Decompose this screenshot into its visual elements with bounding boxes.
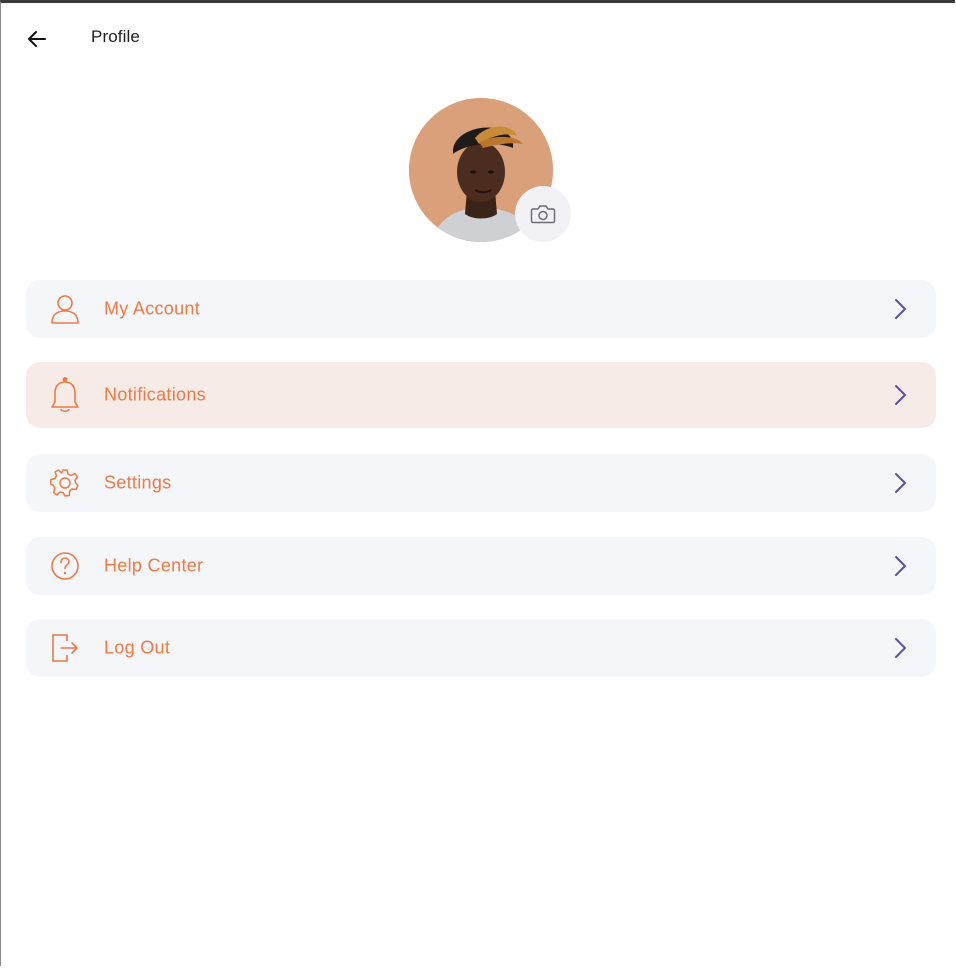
- app-bar: Profile: [1, 3, 955, 73]
- menu-item-label: Settings: [104, 472, 172, 493]
- question-circle-icon: [48, 549, 82, 583]
- menu-item-notifications[interactable]: Notifications: [26, 362, 936, 428]
- chevron-right-icon: [890, 471, 910, 495]
- arrow-left-icon: [28, 31, 46, 47]
- menu-item-my-account[interactable]: My Account: [26, 280, 936, 338]
- profile-screen: Profile My Account Notifications Setting…: [0, 0, 955, 966]
- gear-icon: [48, 466, 82, 500]
- chevron-right-icon: [890, 554, 910, 578]
- menu-item-label: My Account: [104, 298, 201, 319]
- camera-icon: [530, 205, 556, 224]
- back-button[interactable]: [21, 23, 53, 55]
- logout-icon: [48, 631, 82, 665]
- menu-item-label: Help Center: [104, 555, 204, 576]
- bell-icon: [48, 377, 82, 413]
- change-photo-button[interactable]: [515, 186, 571, 242]
- menu-item-label: Log Out: [104, 637, 171, 658]
- chevron-right-icon: [890, 383, 910, 407]
- chevron-right-icon: [890, 297, 910, 321]
- menu-item-label: Notifications: [104, 384, 206, 405]
- menu-item-log-out[interactable]: Log Out: [26, 619, 936, 677]
- menu-item-help-center[interactable]: Help Center: [26, 537, 936, 595]
- profile-avatar-section: [409, 98, 571, 243]
- page-title: Profile: [91, 27, 140, 46]
- chevron-right-icon: [890, 636, 910, 660]
- user-icon: [48, 292, 82, 326]
- menu-item-settings[interactable]: Settings: [26, 454, 936, 512]
